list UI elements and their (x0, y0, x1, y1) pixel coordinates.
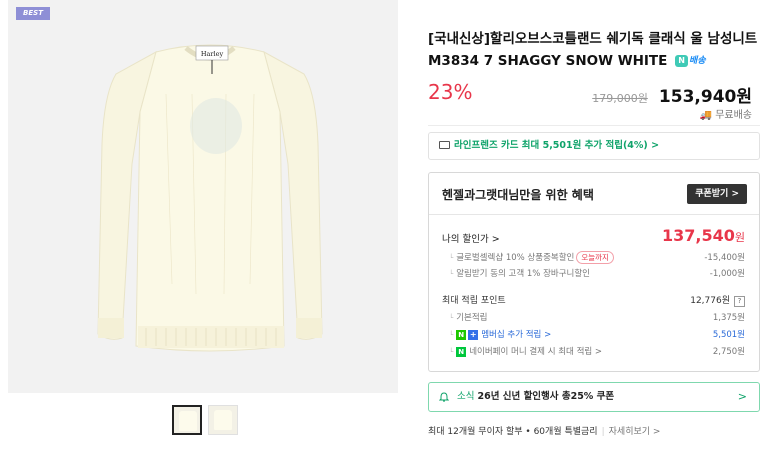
truck-icon: 🚚 (699, 110, 712, 121)
delivery-badge-label: 배송 (689, 56, 706, 66)
installment-more-link[interactable]: 자세히보기 > (609, 427, 661, 437)
delivery-badge: N 배송 (675, 54, 706, 68)
my-price-value: 137,540원 (662, 226, 745, 245)
bell-icon (439, 392, 449, 402)
sweater-image: Harley (97, 44, 323, 352)
membership-points-text: 멤버십 추가 적립 > (481, 330, 552, 340)
naverpay-points-text: 네이버페이 머니 결제 시 최대 적립 > (469, 347, 603, 357)
discount-item-value: -1,000원 (709, 269, 745, 279)
plus-icon: + (468, 329, 479, 340)
divider (428, 125, 760, 126)
points-value-text: 12,776원 (690, 296, 730, 306)
naver-n-icon: N (675, 55, 689, 67)
naverpay-points-link[interactable]: N네이버페이 머니 결제 시 최대 적립 > (449, 345, 602, 357)
point-item-value: 2,750원 (712, 347, 745, 357)
thumbnail-1[interactable] (172, 405, 202, 435)
benefit-box: 헨젤과그랫대님만을 위한 혜택 쿠폰받기 > 나의 할인가 > 137,540원… (428, 172, 760, 372)
discount-item-label: 글로벌셀렉샵 10% 상품중복할인오늘까지 (449, 251, 614, 264)
points-value: 12,776원? (690, 293, 745, 307)
sweater-tag-text: Harley (201, 50, 224, 58)
benefit-header: 헨젤과그랫대님만을 위한 혜택 쿠폰받기 > (429, 173, 759, 215)
product-title: [국내신상]할리오브스코틀랜드 쉐기독 클래식 울 남성니트 M3834 7 S… (428, 28, 760, 72)
help-icon[interactable]: ? (734, 296, 745, 307)
card-benefit-banner[interactable]: 라인프렌즈 카드 최대 5,501원 추가 적립(4%) > (428, 132, 760, 160)
original-price: 179,000원 (592, 92, 648, 105)
membership-points-link[interactable]: N+멤버십 추가 적립 > (449, 328, 551, 340)
point-item-value: 5,501원 (712, 330, 745, 340)
naver-n-icon: N (456, 329, 467, 340)
today-only-badge: 오늘까지 (576, 251, 614, 264)
points-label: 최대 적립 포인트 (442, 296, 506, 306)
benefit-title: 헨젤과그랫대님만을 위한 혜택 (442, 188, 594, 202)
credit-card-icon (439, 140, 450, 149)
my-price-unit: 원 (734, 231, 745, 244)
news-banner[interactable]: 소식 26년 신년 할인행사 총25% 쿠폰 > (428, 382, 760, 412)
discount-item-label: 알림받기 동의 고객 1% 장바구니할인 (449, 267, 590, 279)
coupon-button[interactable]: 쿠폰받기 > (687, 184, 747, 204)
chevron-right-icon: > (737, 390, 747, 403)
best-badge: BEST (16, 7, 50, 20)
product-image-area: BEST Harley (8, 0, 398, 449)
discount-rate: 23% (428, 80, 473, 104)
naver-pay-icon: N (456, 346, 467, 357)
free-shipping-label: 무료배송 (715, 110, 752, 121)
product-info: [국내신상]할리오브스코틀랜드 쉐기독 클래식 울 남성니트 M3834 7 S… (428, 0, 760, 449)
installment-info: 최대 12개월 무이자 할부 • 60개월 특별금리 | 자세히보기 > (428, 427, 661, 437)
news-text: 26년 신년 할인행사 총25% 쿠폰 (477, 391, 615, 402)
product-title-text: [국내신상]할리오브스코틀랜드 쉐기독 클래식 울 남성니트 M3834 7 S… (428, 31, 758, 69)
installment-text: 최대 12개월 무이자 할부 • 60개월 특별금리 (428, 427, 598, 437)
free-shipping: 🚚 무료배송 (700, 106, 752, 121)
thumbnail-strip (8, 397, 398, 449)
product-main-image[interactable]: BEST Harley (8, 0, 398, 393)
my-price-number: 137,540 (662, 226, 735, 245)
price-row: 179,000원 153,940원 (592, 82, 752, 107)
point-item-label: 기본적립 (449, 311, 487, 323)
news-prefix: 소식 (457, 391, 475, 402)
card-benefit-text: 라인프렌즈 카드 최대 5,501원 추가 적립(4%) > (454, 140, 660, 151)
point-item-value: 1,375원 (712, 313, 745, 323)
my-price-label[interactable]: 나의 할인가 > (442, 231, 500, 245)
discount-item-text: 글로벌셀렉샵 10% 상품중복할인 (456, 253, 575, 263)
thumbnail-2[interactable] (208, 405, 238, 435)
discount-item-value: -15,400원 (704, 253, 745, 263)
sale-price: 153,940원 (658, 87, 752, 107)
